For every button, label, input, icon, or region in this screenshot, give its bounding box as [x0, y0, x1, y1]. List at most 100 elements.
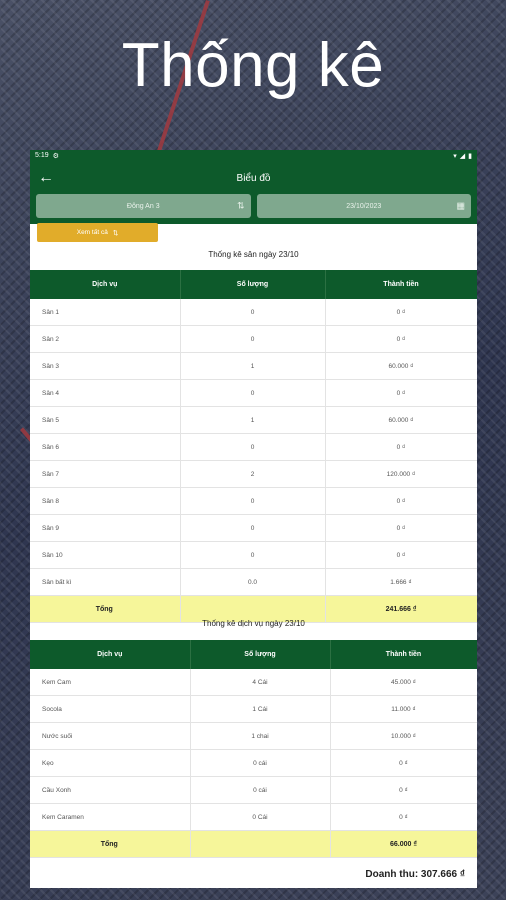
table-row: Kem Caramen 0 Cái 0 ₫ [30, 803, 477, 831]
app-bar: ← Biểu đồ [30, 162, 477, 194]
table-cell: 1.666 ₫ [325, 568, 477, 596]
table-cell: 0 [180, 433, 326, 461]
table-cell: 120.000 ₫ [325, 460, 477, 488]
table-row: Socola 1 Cái 11.000 ₫ [30, 695, 477, 723]
table-cell: 0 ₫ [325, 541, 477, 569]
table-cell: 1 Cái [190, 695, 331, 723]
date-selector[interactable]: 23/10/2023 ▦ [256, 194, 471, 218]
table-cell: 0 ₫ [325, 299, 477, 326]
table-header-cell: Thành tiền [330, 640, 477, 669]
table-cell: Socola [30, 695, 191, 723]
table-header-cell: Số lượng [180, 270, 326, 299]
table-cell: 0 [180, 299, 326, 326]
table-cell: 1 [180, 352, 326, 380]
table-header-cell: Thành tiền [325, 270, 477, 299]
table-row: Kẹo 0 cái 0 ₫ [30, 749, 477, 777]
filter-sort-icon: ⇅ [112, 229, 119, 237]
table-cell: Sân 5 [30, 406, 181, 434]
table-row: Kem Cam 4 Cái 45.000 ₫ [30, 669, 477, 696]
table-cell: 0 [180, 514, 326, 542]
fields-table: Dịch vụ Số lượng Thành tiền Sân 100 ₫ Sân 2… [30, 270, 477, 623]
table-cell: 0 ₫ [325, 514, 477, 542]
table-total-row: Tổng 66.000 ₫ [30, 830, 477, 858]
wifi-icon: ▾ [453, 153, 457, 160]
table-row: Sân 3 1 60.000 ₫ [30, 352, 477, 380]
table-cell: 45.000 ₫ [330, 669, 477, 696]
table-cell: 0 ₫ [330, 803, 477, 831]
view-all-label: Xem tất cả [76, 229, 108, 236]
table-row: Sân 5 1 60.000 ₫ [30, 406, 477, 434]
signal-icon: ◢ [459, 153, 466, 160]
table-cell: Sân 1 [30, 299, 181, 326]
table-cell: 0 [180, 325, 326, 353]
table-cell: 60.000 ₫ [325, 352, 477, 380]
table-cell: 0 cái [190, 776, 331, 804]
notification-icon: ⚙ [52, 153, 59, 160]
table-total-cell: 66.000 ₫ [330, 830, 477, 858]
table-cell: 2 [180, 460, 326, 488]
table-cell: 11.000 ₫ [330, 695, 477, 723]
services-table: Dịch vụ Số lượng Thành tiền Kem Cam 4 Cái 45… [30, 640, 477, 858]
date-selector-value: 23/10/2023 [346, 202, 382, 210]
battery-icon: ▮ [468, 153, 472, 160]
table-total-cell [190, 830, 331, 858]
table-row: Sân 200 ₫ [30, 325, 477, 353]
table-cell: 0 [180, 379, 326, 407]
table-cell: Kem Caramen [30, 803, 191, 831]
table-cell: Sân bất kì [30, 568, 181, 596]
table-cell: Sân 6 [30, 433, 181, 461]
table-row: Sân 600 ₫ [30, 433, 477, 461]
table-cell: 0 [180, 487, 326, 515]
status-bar: 5:19 ⚙ ▾ ◢ ▮ [30, 150, 477, 162]
venue-selector[interactable]: Đông An 3 ⇅ [36, 194, 251, 218]
table-cell: Sân 9 [30, 514, 181, 542]
table-row: Sân bất kì 0.0 1.666 ₫ [30, 568, 477, 596]
table-row: Sân 100 ₫ [30, 299, 477, 326]
table-cell: 1 [180, 406, 326, 434]
table-row: Sân 400 ₫ [30, 379, 477, 407]
table-cell: 1 chai [190, 722, 331, 750]
table-total-cell: Tổng [30, 830, 191, 858]
table-cell: 0 Cái [190, 803, 331, 831]
fields-table-title: Thống kê sân ngày 23/10 [208, 250, 299, 259]
table-row: Nước suối 1 chai 10.000 ₫ [30, 722, 477, 750]
table-cell: 0 cái [190, 749, 331, 777]
table-row: Cầu Xonh 0 cái 0 ₫ [30, 776, 477, 804]
table-cell: 0 ₫ [325, 487, 477, 515]
table-cell: Kem Cam [30, 669, 191, 696]
services-table-title: Thống kê dịch vụ ngày 23/10 [202, 619, 305, 628]
table-cell: Cầu Xonh [30, 776, 191, 804]
table-cell: 0 ₫ [325, 433, 477, 461]
table-cell: 4 Cái [190, 669, 331, 696]
table-cell: Sân 3 [30, 352, 181, 380]
arrow-left-icon[interactable]: ← [30, 169, 62, 187]
status-time: 5:19 [35, 152, 49, 159]
table-row: Sân 800 ₫ [30, 487, 477, 515]
table-header-cell: Dịch vụ [30, 270, 181, 299]
swap-icon: ⇅ [236, 200, 245, 211]
hero-title: Thống kê [121, 31, 385, 100]
table-cell: 0 [180, 541, 326, 569]
table-header-cell: Số lượng [190, 640, 331, 669]
table-cell: 10.000 ₫ [330, 722, 477, 750]
revenue-total: Doanh thu: 307.666 ₫ [365, 869, 465, 880]
table-cell: Kẹo [30, 749, 191, 777]
table-cell: 0 ₫ [330, 776, 477, 804]
phone-screen: 5:19 ⚙ ▾ ◢ ▮ ← Biểu đồ Đông An 3 ⇅ 23/10… [30, 150, 477, 888]
filter-row: Đông An 3 ⇅ 23/10/2023 ▦ [30, 194, 477, 224]
table-cell: Nước suối [30, 722, 191, 750]
page-title: Biểu đồ [236, 172, 271, 184]
table-cell: 0 ₫ [325, 379, 477, 407]
table-row: Sân 7 2 120.000 ₫ [30, 460, 477, 488]
table-cell: Sân 4 [30, 379, 181, 407]
table-cell: Sân 7 [30, 460, 181, 488]
table-cell: 0 ₫ [325, 325, 477, 353]
view-all-button[interactable]: Xem tất cả ⇅ [37, 223, 158, 242]
table-row: Sân 900 ₫ [30, 514, 477, 542]
venue-selector-value: Đông An 3 [126, 202, 160, 210]
table-cell: 0.0 [180, 568, 326, 596]
table-cell: Sân 8 [30, 487, 181, 515]
table-cell: Sân 2 [30, 325, 181, 353]
table-cell: Sân 10 [30, 541, 181, 569]
table-header-cell: Dịch vụ [30, 640, 191, 669]
